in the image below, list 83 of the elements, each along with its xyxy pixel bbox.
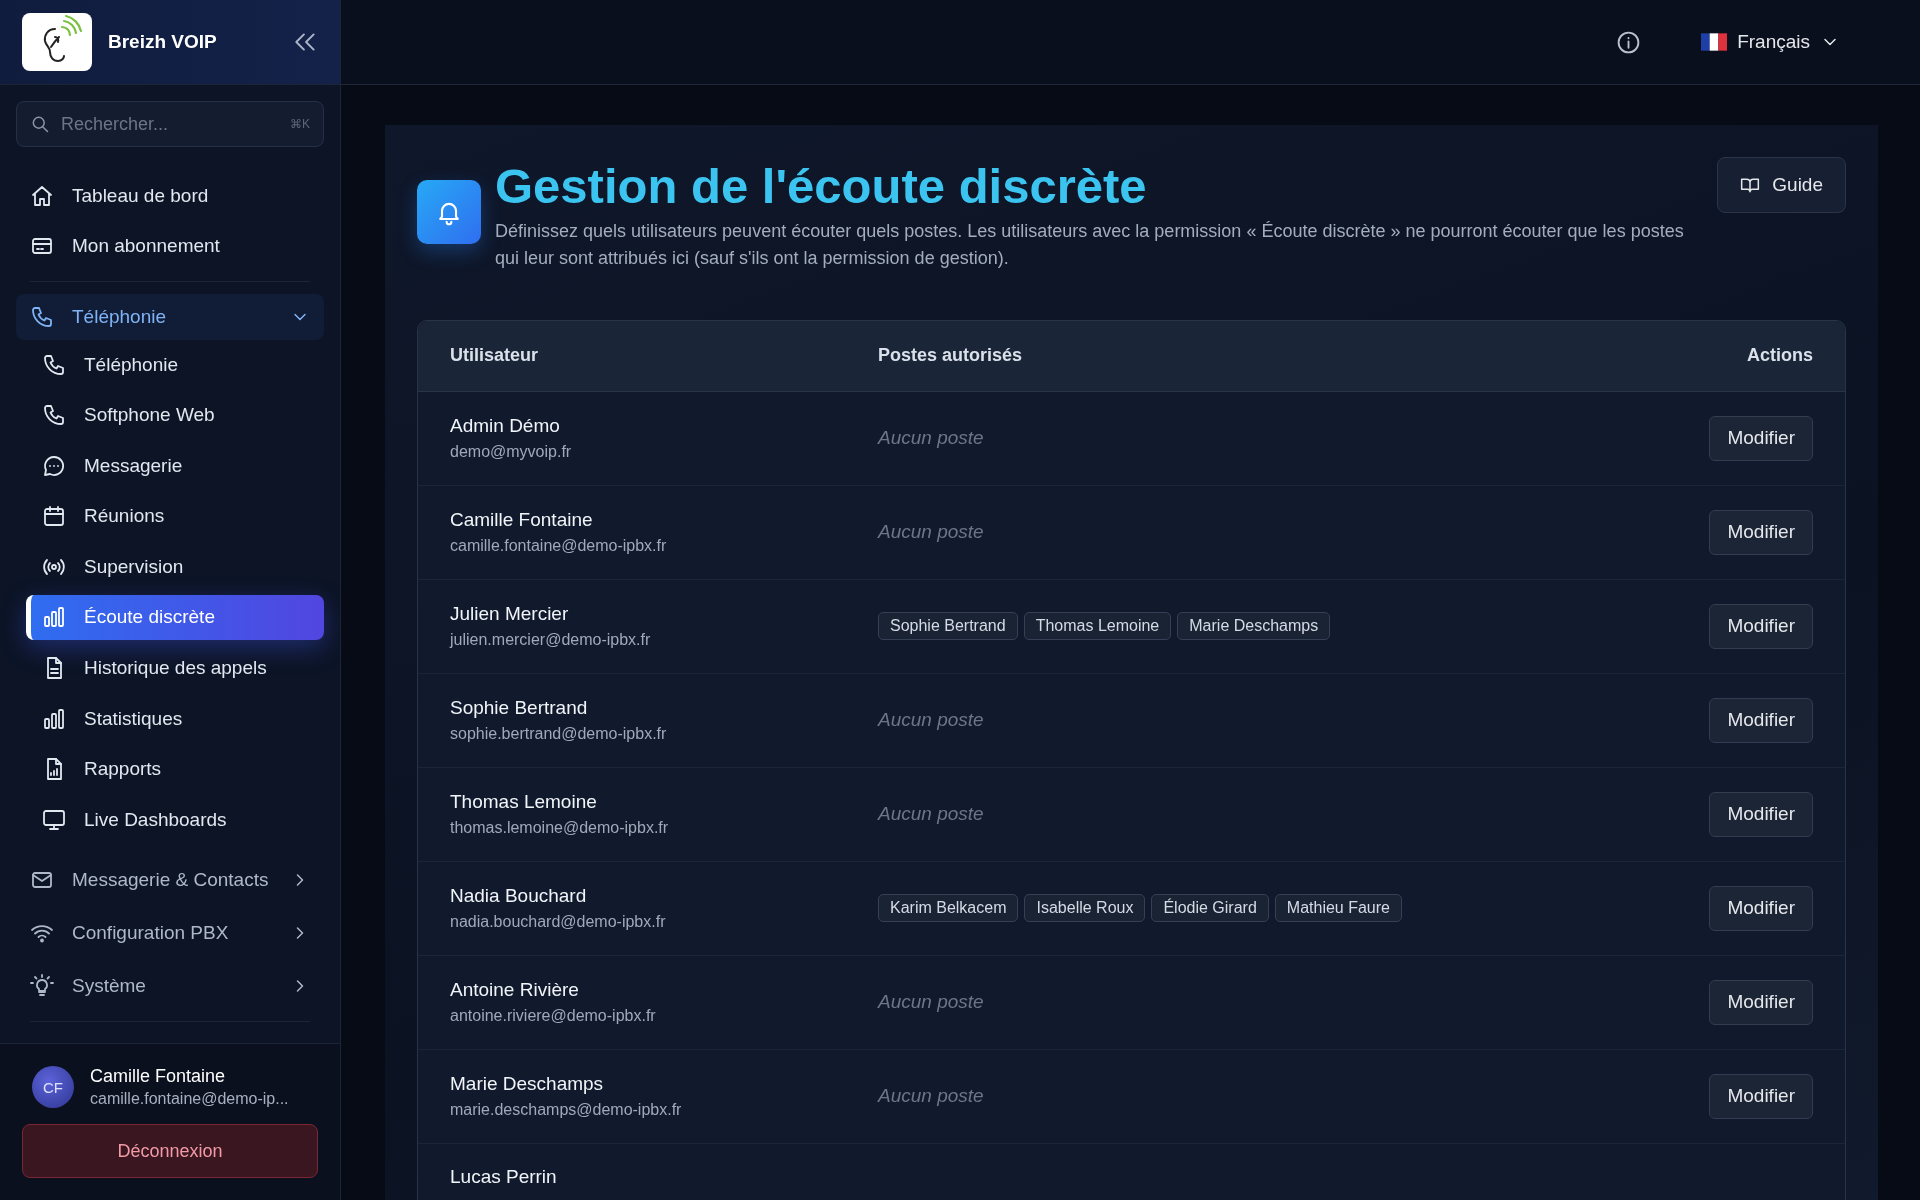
user-name: Julien Mercier [450,603,570,626]
info-icon[interactable] [1616,29,1642,55]
user-email: marie.deschamps@demo-ipbx.fr [450,1101,683,1120]
extension-tag: Karim Belkacem [878,894,1019,923]
empty-text: Aucun poste [878,1085,984,1108]
extension-tag: Élodie Girard [1151,894,1269,923]
user-name: Camille Fontaine [450,509,594,532]
nav-item[interactable]: Tableau de bord [16,171,324,221]
empty-text: Aucun poste [878,803,984,826]
nav-item[interactable]: Mon abonnement [16,221,324,271]
language-selector[interactable]: Français [1701,31,1840,53]
logo-icon [22,13,92,71]
nav-item[interactable]: Historique des appels [26,645,324,691]
user-email: camille.fontaine@demo-ip... [90,1090,289,1108]
edit-button[interactable]: Modifier [1709,1073,1813,1119]
book-icon [1740,175,1761,195]
phone-icon [30,305,54,329]
user-email: demo@myvoip.fr [450,443,573,462]
user-name: Marie Deschamps [450,1073,605,1096]
user-name: Antoine Rivière [450,979,580,1002]
user-email: antoine.riviere@demo-ipbx.fr [450,1007,657,1026]
bar-chart-icon [42,706,66,731]
nav-item[interactable]: Live Dashboards [26,797,324,843]
column-header: Utilisateur [450,345,540,367]
edit-button[interactable]: Modifier [1709,603,1813,649]
user-name: Camille Fontaine [90,1066,227,1087]
brand-name: Breizh VOIP [108,31,218,53]
nav-item[interactable]: Rapports [26,746,324,792]
edit-button[interactable]: Modifier [1709,509,1813,555]
edit-button[interactable]: Modifier [1709,979,1813,1025]
nav-item[interactable]: Softphone Web [26,392,324,438]
user-email: camille.fontaine@demo-ipbx.fr [450,537,668,556]
edit-button[interactable]: Modifier [1709,791,1813,837]
user-email: nadia.bouchard@demo-ipbx.fr [450,913,667,932]
user-name: Sophie Bertrand [450,697,589,720]
home-icon [30,184,54,208]
empty-text: Aucun poste [878,991,984,1014]
nav-item[interactable]: Téléphonie [26,342,324,387]
edit-button[interactable]: Modifier [1709,885,1813,931]
extension-tag: Thomas Lemoine [1023,612,1172,641]
user-name: Admin Démo [450,415,561,438]
extension-tag: Mathieu Faure [1274,894,1402,923]
column-header: Actions [1746,345,1813,367]
search-icon [30,114,50,134]
user-name: Nadia Bouchard [450,885,588,908]
edit-button[interactable]: Modifier [1709,415,1813,461]
logout-button[interactable]: Déconnexion [22,1124,318,1178]
edit-button[interactable]: Modifier [1709,697,1813,743]
phone-icon [42,352,66,377]
bell-icon [417,180,481,244]
page-title: Gestion de l'écoute discrète [495,158,1148,215]
phone-icon [42,403,66,428]
user-email: julien.mercier@demo-ipbx.fr [450,631,652,650]
user-name: Thomas Lemoine [450,791,598,814]
lightbulb-icon [30,973,54,998]
column-header: Postes autorisés [878,345,1024,367]
nav-group[interactable]: Téléphonie [16,294,324,340]
monitor-icon [42,807,66,832]
user-email: thomas.lemoine@demo-ipbx.fr [450,819,670,838]
guide-button[interactable]: Guide [1717,157,1846,213]
nav-item[interactable]: Réunions [26,493,324,539]
nav-group[interactable]: Système [16,960,324,1011]
user-email: sophie.bertrand@demo-ipbx.fr [450,725,668,744]
flag-icon [1701,33,1728,51]
empty-text: Aucun poste [878,427,984,450]
avatar: CF [32,1066,74,1108]
bar-chart-icon [42,605,66,630]
extension-tag: Isabelle Roux [1024,894,1146,923]
empty-text: Aucun poste [878,521,984,544]
empty-text: Aucun poste [878,709,984,732]
nav-item[interactable]: Messagerie [26,443,324,489]
user-name: Lucas Perrin [450,1165,558,1188]
chat-icon [42,453,66,478]
nav-group[interactable]: Messagerie & Contacts [16,854,324,905]
nav-group[interactable]: Configuration PBX [16,907,324,958]
calendar-icon [42,504,66,529]
extension-tag: Sophie Bertrand [878,612,1018,641]
nav-item[interactable]: Écoute discrète [26,594,324,640]
nav-item[interactable]: Supervision [26,544,324,590]
page-description: Définissez quels utilisateurs peuvent écouter quels postes. Les utilisateurs avec la permission « Écoute discrète » ne pourront écouter que les postes qui leur sont attribués ici (sauf s'ils ont la permission de gestion). [495,219,1685,270]
shortcut-hint: ⌘K [290,117,310,131]
nav-item[interactable]: Statistiques [26,696,324,742]
extension-tag: Marie Deschamps [1177,612,1331,641]
